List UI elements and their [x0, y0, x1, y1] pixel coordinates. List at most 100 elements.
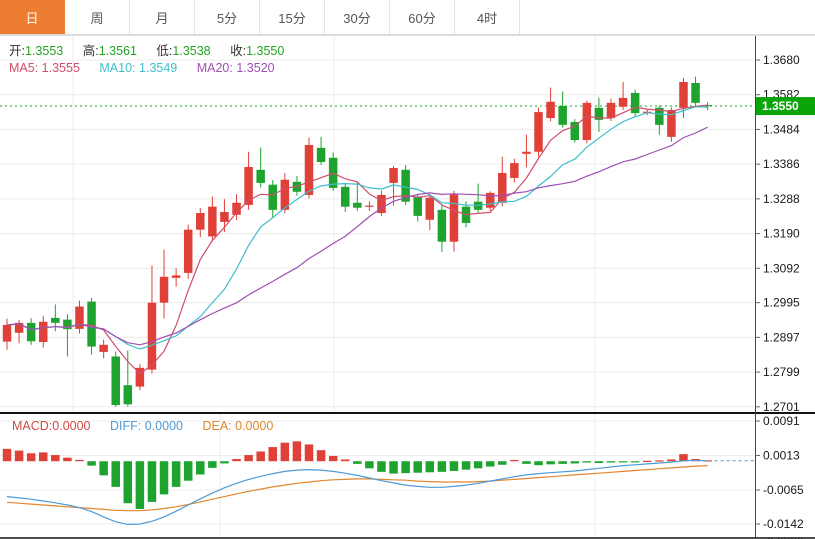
- svg-text:1.3484: 1.3484: [763, 122, 800, 136]
- candle-body: [679, 82, 688, 108]
- candle-body: [160, 277, 169, 303]
- macd-bar: [522, 461, 531, 464]
- candle-body: [691, 83, 700, 103]
- candle-body: [619, 98, 628, 107]
- macd-bar: [571, 461, 580, 463]
- svg-text:1.3092: 1.3092: [763, 261, 800, 275]
- svg-text:1.3386: 1.3386: [763, 157, 800, 171]
- macd-bar: [534, 461, 543, 465]
- candle-body: [389, 168, 398, 183]
- macd-bar: [148, 461, 157, 502]
- macd-value: 0.0000: [52, 419, 90, 433]
- candle-body: [3, 325, 12, 342]
- tab-month[interactable]: 月: [130, 0, 195, 34]
- macd-bar: [486, 461, 495, 466]
- macd-bar: [401, 461, 410, 473]
- svg-text:1.3288: 1.3288: [763, 192, 800, 206]
- low-label: 低:: [156, 44, 172, 58]
- svg-text:-0.0065: -0.0065: [763, 483, 804, 497]
- candle-body: [558, 106, 567, 125]
- macd-bar: [63, 458, 72, 462]
- tab-15min[interactable]: 15分: [260, 0, 325, 34]
- candle-body: [111, 356, 120, 405]
- macd-axis-labels: 0.00910.0013-0.0065-0.0142-0.0220: [755, 414, 804, 539]
- macd-bar: [558, 461, 567, 464]
- dea-value: 0.0000: [235, 419, 273, 433]
- svg-text:0.0091: 0.0091: [763, 414, 800, 428]
- macd-bar: [293, 441, 302, 461]
- svg-text:-0.0220: -0.0220: [763, 535, 804, 539]
- current-price-badge: 1.3550: [756, 97, 815, 115]
- candle-body: [172, 275, 181, 277]
- candle-body: [353, 203, 362, 208]
- candle-body: [196, 213, 205, 230]
- macd-bar: [99, 461, 108, 475]
- macd-bar: [546, 461, 555, 464]
- macd-bar: [595, 461, 604, 463]
- macd-legend: MACD:0.0000 DIFF: 0.0000 DEA: 0.0000: [12, 419, 289, 433]
- macd-bar: [87, 461, 96, 465]
- macd-bar: [377, 461, 386, 472]
- ma20-value: 1.3520: [236, 61, 274, 75]
- macd-bar: [172, 461, 181, 487]
- macd-bar: [655, 460, 664, 461]
- tab-30min[interactable]: 30分: [325, 0, 390, 34]
- candle-body: [510, 163, 519, 178]
- candle-body: [486, 193, 495, 208]
- trading-chart-app: 日 周 月 5分 15分 30分 60分 4时 1.36801.35821.34…: [0, 0, 815, 539]
- macd-bar: [75, 460, 84, 461]
- macd-bar: [365, 461, 374, 468]
- macd-bar: [462, 461, 471, 469]
- open-label: 开:: [9, 44, 25, 58]
- svg-text:1.2799: 1.2799: [763, 365, 800, 379]
- svg-text:1.2897: 1.2897: [763, 330, 800, 344]
- dea-label: DEA:: [202, 419, 231, 433]
- macd-bar: [643, 461, 652, 462]
- macd-bar: [329, 456, 338, 461]
- macd-bar: [39, 452, 48, 461]
- candle-body: [607, 103, 616, 118]
- close-label: 收:: [230, 44, 246, 58]
- timeframe-tabbar: 日 周 月 5分 15分 30分 60分 4时: [0, 0, 815, 35]
- tab-4hour[interactable]: 4时: [455, 0, 520, 34]
- tab-5min[interactable]: 5分: [195, 0, 260, 34]
- candle-body: [571, 122, 580, 140]
- macd-bar: [51, 455, 60, 461]
- ma5-line: [7, 105, 708, 374]
- macd-bar: [124, 461, 133, 503]
- candle-body: [426, 198, 435, 220]
- candle-body: [269, 185, 278, 210]
- candle-body: [438, 210, 447, 242]
- macd-bar: [269, 447, 278, 461]
- macd-bar: [256, 452, 265, 462]
- svg-text:-0.0142: -0.0142: [763, 517, 804, 531]
- candle-body: [522, 152, 531, 154]
- macd-bar: [281, 443, 290, 462]
- candle-body: [583, 103, 592, 140]
- ma20-line: [7, 127, 708, 345]
- ma10-value: 1.3549: [139, 61, 177, 75]
- candle-body: [39, 322, 48, 342]
- candle-body: [631, 93, 640, 113]
- macd-bar: [27, 453, 36, 461]
- diff-value: 0.0000: [145, 419, 183, 433]
- ma20-label: MA20:: [197, 61, 233, 75]
- candle-body: [305, 145, 314, 195]
- tab-60min[interactable]: 60分: [390, 0, 455, 34]
- candle-body: [341, 187, 350, 207]
- candle-body: [317, 148, 326, 162]
- macd-bar: [232, 459, 241, 461]
- ma5-label: MA5:: [9, 61, 38, 75]
- macd-bar: [341, 459, 350, 461]
- ma-legend: MA5: 1.3555 MA10: 1.3549 MA20: 1.3520: [9, 61, 291, 75]
- diff-label: DIFF:: [110, 419, 141, 433]
- candles-layer: [3, 77, 712, 407]
- candlestick-chart[interactable]: 1.36801.35821.34841.33861.32881.31901.30…: [0, 0, 815, 539]
- svg-text:1.2995: 1.2995: [763, 296, 800, 310]
- macd-bar: [184, 461, 193, 480]
- macd-bar: [583, 461, 592, 462]
- macd-bar: [3, 449, 12, 461]
- tab-day[interactable]: 日: [0, 0, 65, 34]
- tab-week[interactable]: 周: [65, 0, 130, 34]
- macd-bar: [498, 461, 507, 465]
